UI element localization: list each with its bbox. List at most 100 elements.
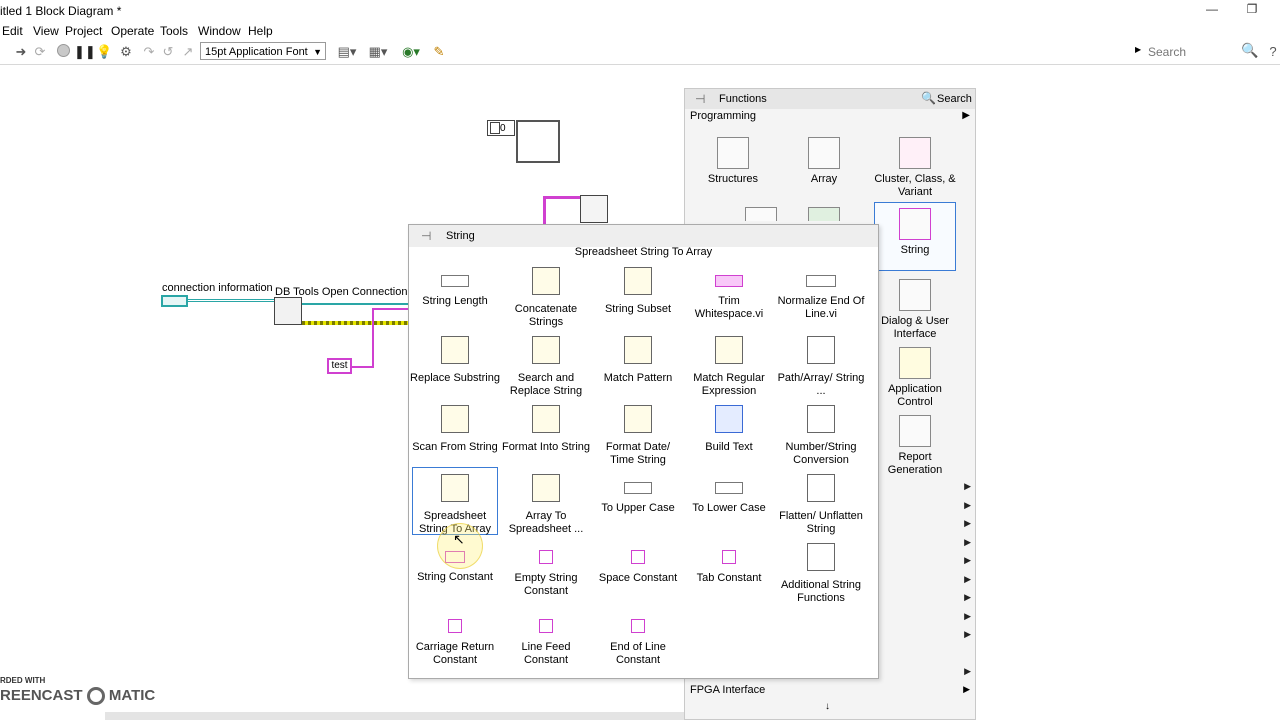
scan-from-string-icon: [441, 405, 469, 433]
space-constant-item[interactable]: Space Constant: [593, 543, 683, 585]
menu-edit[interactable]: Edit: [2, 24, 23, 38]
match-regex-function[interactable]: Match Regular Expression: [684, 336, 774, 398]
font-select[interactable]: 15pt Application Font ▼: [200, 42, 326, 60]
additional-string-functions-category[interactable]: Additional String Functions: [776, 543, 866, 605]
search-icon[interactable]: 🔍: [1241, 42, 1258, 59]
connection-control[interactable]: [161, 295, 188, 307]
tab-constant-label: Tab Constant: [696, 572, 762, 584]
number-string-conversion-category[interactable]: Number/String Conversion: [776, 405, 866, 467]
match-pattern-function[interactable]: Match Pattern: [593, 336, 683, 385]
search-replace-function[interactable]: Search and Replace String: [501, 336, 591, 398]
step-out-icon[interactable]: ↗: [180, 44, 196, 60]
pin-icon[interactable]: ⊣: [421, 229, 431, 243]
expand-arrow-icon[interactable]: ▶: [964, 592, 971, 603]
menu-bar: Edit View Project Operate Tools Window H…: [0, 22, 1280, 40]
db-tools-icon[interactable]: [580, 195, 608, 223]
end-of-line-constant-item[interactable]: End of Line Constant: [593, 612, 683, 667]
scan-from-string-function[interactable]: Scan From String: [410, 405, 500, 454]
application-control-category[interactable]: Application Control: [873, 347, 957, 409]
reorder-icon[interactable]: ◉▾: [400, 44, 422, 60]
restore-icon[interactable]: ❐: [1237, 2, 1267, 20]
programming-section[interactable]: Programming ▶: [690, 110, 970, 124]
menu-window[interactable]: Window: [198, 24, 241, 38]
distribute-objects-icon[interactable]: ▦▾: [367, 44, 389, 60]
menu-tools[interactable]: Tools: [160, 24, 188, 38]
connection-wire: [188, 299, 275, 302]
string-subset-function[interactable]: String Subset: [593, 267, 683, 316]
format-into-string-function[interactable]: Format Into String: [501, 405, 591, 454]
carriage-return-constant-item[interactable]: Carriage Return Constant: [410, 612, 500, 667]
report-generation-category[interactable]: Report Generation: [873, 415, 957, 477]
replace-substring-icon: [441, 336, 469, 364]
space-constant-icon: [631, 550, 645, 564]
pause-icon[interactable]: ❚❚: [74, 44, 96, 60]
fpga-interface-section[interactable]: FPGA Interface ▶: [690, 684, 970, 696]
replace-substring-function[interactable]: Replace Substring: [410, 336, 500, 385]
align-objects-icon[interactable]: ▤▾: [336, 44, 358, 60]
concatenate-strings-function[interactable]: Concatenate Strings: [501, 267, 591, 329]
expand-arrow-icon[interactable]: ▶: [964, 666, 971, 677]
line-feed-constant-item[interactable]: Line Feed Constant: [501, 612, 591, 667]
dialog-user-interface-category[interactable]: Dialog & User Interface: [873, 279, 957, 341]
array-category[interactable]: Array: [782, 137, 866, 186]
array-to-spreadsheet-label: Array To Spreadsheet ...: [508, 510, 584, 535]
trim-whitespace-function[interactable]: Trim Whitespace.vi: [684, 267, 774, 321]
tab-constant-item[interactable]: Tab Constant: [684, 543, 774, 585]
expand-arrow-icon[interactable]: ▶: [964, 500, 971, 511]
menu-view[interactable]: View: [33, 24, 59, 38]
search-input[interactable]: ▶ Search 🔍: [1135, 42, 1260, 61]
string-category[interactable]: String: [874, 202, 956, 271]
format-date-time-function[interactable]: Format Date/ Time String: [593, 405, 683, 467]
expand-arrow-icon[interactable]: ▶: [964, 537, 971, 548]
numeric-constant[interactable]: 0: [487, 120, 515, 136]
cluster-icon: [899, 137, 931, 169]
build-text-function[interactable]: Build Text: [684, 405, 774, 454]
search-icon[interactable]: 🔍: [921, 91, 936, 105]
horizontal-scrollbar[interactable]: [105, 712, 684, 720]
normalize-eol-function[interactable]: Normalize End Of Line.vi: [776, 267, 866, 321]
expand-arrow-icon[interactable]: ▶: [964, 518, 971, 529]
menu-help[interactable]: Help: [248, 24, 273, 38]
step-into-icon[interactable]: ↷: [141, 44, 157, 60]
path-array-string-category[interactable]: Path/Array/ String ...: [776, 336, 866, 398]
search-placeholder: Search: [1148, 45, 1187, 59]
abort-icon[interactable]: [55, 44, 71, 60]
boolean-category[interactable]: [782, 207, 866, 221]
test-string-constant[interactable]: test: [327, 358, 352, 374]
array-to-spreadsheet-function[interactable]: Array To Spreadsheet ...: [501, 474, 591, 536]
run-arrow-icon[interactable]: ➜: [13, 44, 29, 60]
expand-arrow-icon[interactable]: ▶: [964, 555, 971, 566]
scroll-down-icon[interactable]: ↓: [825, 701, 830, 712]
empty-string-constant-item[interactable]: Empty String Constant: [501, 543, 591, 598]
chevron-down-icon: ▼: [313, 47, 322, 57]
expand-arrow-icon[interactable]: ▶: [964, 481, 971, 492]
help-icon[interactable]: ?: [1265, 44, 1280, 60]
expand-arrow-icon[interactable]: ▶: [964, 611, 971, 622]
functions-palette-header: ⊣ Functions 🔍 Search: [685, 89, 975, 109]
cluster-class-variant-category[interactable]: Cluster, Class, & Variant: [873, 137, 957, 199]
clean-up-diagram-icon[interactable]: ✎: [431, 44, 447, 60]
string-length-label: String Length: [422, 295, 488, 307]
caret-right-icon: ▶: [1135, 45, 1142, 54]
to-upper-case-function[interactable]: To Upper Case: [593, 474, 683, 515]
format-into-string-label: Format Into String: [501, 441, 591, 453]
structures-category[interactable]: Structures: [691, 137, 775, 186]
run-continuously-icon[interactable]: ⟳: [32, 44, 48, 60]
minimize-icon[interactable]: —: [1197, 2, 1227, 20]
db-open-connection-vi[interactable]: [274, 297, 302, 325]
menu-operate[interactable]: Operate: [111, 24, 154, 38]
structure-frame[interactable]: [516, 120, 560, 163]
flatten-unflatten-category[interactable]: Flatten/ Unflatten String: [776, 474, 866, 536]
string-length-function[interactable]: String Length: [410, 267, 500, 308]
highlight-execution-icon[interactable]: 💡: [96, 44, 112, 60]
pin-icon[interactable]: ⊣: [695, 92, 705, 106]
step-over-icon[interactable]: ↺: [160, 44, 176, 60]
retain-wire-values-icon[interactable]: ⚙: [118, 44, 134, 60]
match-regex-label: Match Regular Expression: [693, 372, 765, 397]
menu-project[interactable]: Project: [65, 24, 102, 38]
expand-arrow-icon[interactable]: ▶: [964, 574, 971, 585]
palette-search-button[interactable]: Search: [937, 93, 972, 105]
functions-title: Functions: [719, 93, 767, 105]
expand-arrow-icon[interactable]: ▶: [964, 629, 971, 640]
to-lower-case-function[interactable]: To Lower Case: [684, 474, 774, 515]
